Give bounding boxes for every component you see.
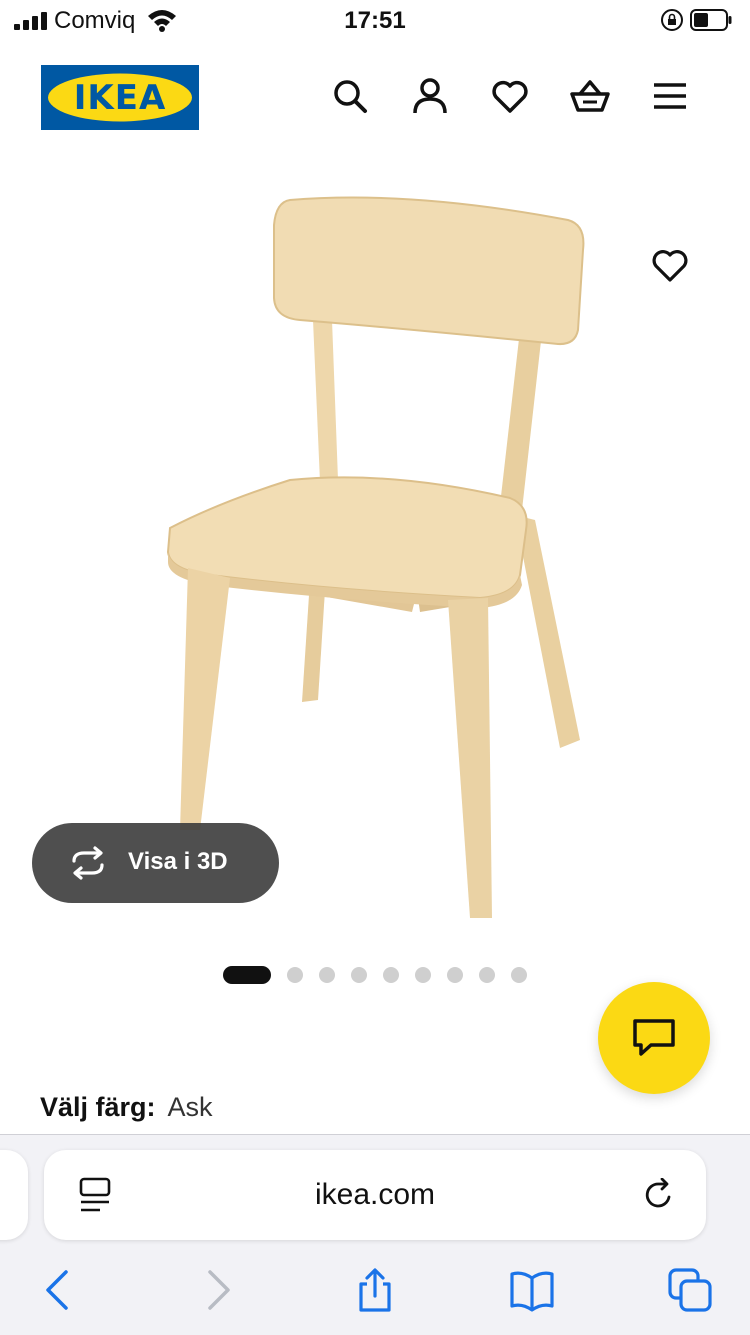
logo-text: IKEA bbox=[73, 78, 167, 118]
chat-bubble-icon bbox=[633, 1019, 675, 1056]
carousel-dot-4[interactable] bbox=[351, 967, 367, 983]
heart-icon[interactable] bbox=[490, 76, 530, 116]
previous-tab-preview[interactable] bbox=[0, 1150, 28, 1240]
user-icon[interactable] bbox=[410, 76, 450, 116]
view-in-3d-label: Visa i 3D bbox=[128, 848, 228, 875]
carousel-dot-7[interactable] bbox=[447, 967, 463, 983]
menu-icon[interactable] bbox=[650, 76, 690, 116]
rotate-3d-icon bbox=[72, 846, 104, 880]
carousel-indicator bbox=[0, 966, 750, 984]
carousel-dot-5[interactable] bbox=[383, 967, 399, 983]
carousel-dot-8[interactable] bbox=[479, 967, 495, 983]
color-value: Ask bbox=[167, 1092, 213, 1122]
forward-icon[interactable] bbox=[196, 1268, 240, 1312]
view-in-3d-button[interactable]: Visa i 3D bbox=[32, 823, 279, 903]
basket-icon[interactable] bbox=[570, 76, 610, 116]
carousel-dot-2[interactable] bbox=[287, 967, 303, 983]
chat-button[interactable] bbox=[598, 982, 710, 1094]
clock: 17:51 bbox=[344, 7, 406, 34]
status-bar: Comviq 17:51 bbox=[0, 0, 750, 44]
address-bar[interactable]: ikea.com bbox=[44, 1150, 706, 1240]
battery-icon bbox=[690, 9, 732, 31]
rotation-lock-icon bbox=[661, 9, 683, 31]
url-text: ikea.com bbox=[314, 1178, 436, 1211]
bookmarks-icon[interactable] bbox=[510, 1268, 554, 1312]
search-icon[interactable] bbox=[330, 76, 370, 116]
carousel-dot-1[interactable] bbox=[223, 966, 271, 984]
carousel-dot-3[interactable] bbox=[319, 967, 335, 983]
color-selector[interactable]: Välj färg: Ask bbox=[40, 1092, 213, 1123]
carousel-dot-6[interactable] bbox=[415, 967, 431, 983]
ikea-logo[interactable]: IKEA bbox=[41, 65, 199, 130]
back-icon[interactable] bbox=[36, 1268, 80, 1312]
reload-icon[interactable] bbox=[642, 1178, 676, 1212]
carousel-dot-9[interactable] bbox=[511, 967, 527, 983]
color-label: Välj färg: bbox=[40, 1092, 156, 1122]
share-icon[interactable] bbox=[353, 1268, 397, 1312]
tabs-icon[interactable] bbox=[668, 1268, 712, 1312]
add-to-favorites-icon[interactable] bbox=[650, 245, 690, 285]
